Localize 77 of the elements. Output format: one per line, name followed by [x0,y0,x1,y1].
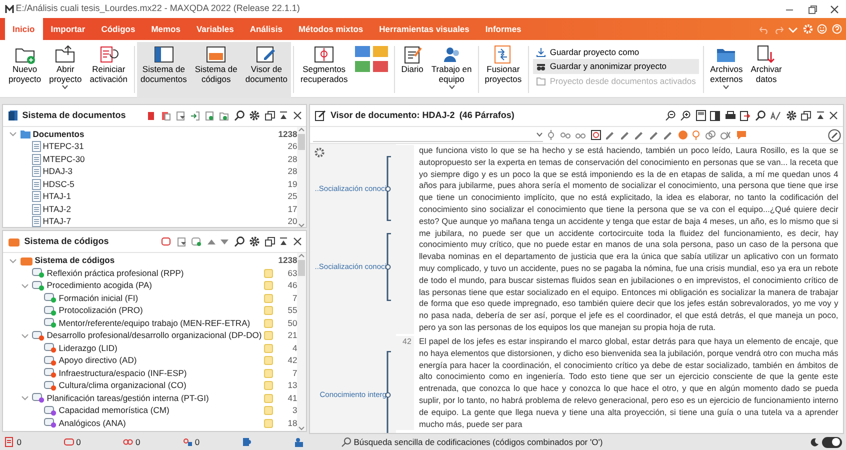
tree-item[interactable]: HDAJ-3 [42,166,73,178]
count: 46 [286,279,298,292]
count: 50 [286,316,298,330]
ribbon-button[interactable]: Diario [397,42,428,98]
tree-item[interactable]: Analógicos (ANA) [58,416,126,430]
tree-item[interactable]: HDSC-5 [42,178,74,190]
status-count: 0 [136,436,140,448]
tree-item[interactable]: MTEPC-30 [42,153,85,166]
count: 28 [286,166,298,178]
count: 18 [286,416,298,430]
menu-item[interactable]: Guardar y anonimizar proyecto [532,59,699,74]
ribbon-tab[interactable]: Variables [188,18,242,40]
count: 4 [291,342,298,354]
tree-item[interactable]: Mentor/referente/equipo trabajo (MEN-REF-ETRA) [58,316,250,330]
search-mode-label[interactable]: Búsqueda sencilla de codificaciones (códigos combinados por 'O') [354,436,603,448]
tree-item[interactable]: HTAJ-7 [42,216,71,227]
panel-title: Sistema de documentos [22,108,126,122]
count: 13 [286,379,298,392]
menu-item[interactable]: Guardar proyecto como [532,44,699,60]
count: 7 [291,292,298,304]
tree-item[interactable]: HTAJ-1 [42,190,71,203]
paragraph: El papel de los jefes es estar inspirando el marco global, estar detrás para que haya un elemento de encaje, que no haya elementos que distorsionen, y dicho eso bienvenida sea la jubilación, porque vendrá otro con mucha más energía para hacer la coordinación, el conocimiento crítico ya debe de estar socializado, también en ámbitos de alto conocimiento como en ingeniería. Todo esto tiene que ser un ejercicio consciente de que la gente este entrenada, que conozca lo que hace y conozca lo que hace el otro, y que en algún momento dado se pueda suplir, por lo tanto, no habrá problema de relevo generacional, pero eso es un ejercicio de funcionamiento interno de equipo. La gente que llega nueva y tiene una alta proyección, si tiene una guía o una tutela va a aprender mucho más, puede ser para [418,336,840,430]
tree-item[interactable]: Protocolización (PRO) [58,304,143,317]
count: 7 [291,366,298,380]
count: 20 [286,216,298,227]
ribbon-button[interactable]: Archivar datos [746,42,786,98]
ribbon-button[interactable]: Trabajo en equipo [427,42,476,98]
tree-item[interactable]: Planificación tareas/gestión interna (PT-GI) [46,392,209,404]
ribbon-tab[interactable]: Importar [42,18,94,40]
tree-item[interactable]: Liderazgo (LID) [58,342,118,354]
ribbon-button[interactable]: Segmentos recuperados [296,42,352,98]
ribbon-tab[interactable]: Memos [143,18,188,40]
status-count: 0 [16,436,22,448]
count: 1238 [277,128,298,140]
count: 41 [286,392,298,404]
tree-item[interactable]: Reflexión práctica profesional (RPP) [46,266,184,280]
tree-item[interactable]: Capacidad memorística (CM) [58,404,170,417]
ribbon-tab[interactable]: Inicio [4,18,43,40]
count: 21 [286,329,298,342]
ribbon-button[interactable]: Sistema de códigos [190,42,242,98]
panel-title: Sistema de códigos [24,235,109,248]
tree-item[interactable]: Formación inicial (FI) [58,292,138,304]
count: 3 [291,404,298,417]
tree-item[interactable]: Desarrollo profesional/desarrollo organizacional (DP-DO) [46,329,262,342]
tree-item[interactable]: Apoyo directivo (AD) [58,354,137,367]
count: 17 [286,203,298,216]
tree-item[interactable]: Cultura/clima organizacional (CO) [58,379,186,392]
ribbon-button[interactable]: Reiniciar activación [86,42,132,98]
tree-item[interactable]: HTAJ-2 [42,203,71,216]
panel-title: Visor de documento: HDAJ-2 [330,108,455,122]
count: 42 [286,354,298,367]
count: 25 [286,190,298,203]
count: 19 [286,178,298,190]
tree-item[interactable]: Infraestructura/espacio (INF-ESP) [58,366,187,380]
count: 28 [286,153,298,166]
status-count: 0 [76,436,81,448]
tree-item[interactable]: Documentos [32,128,84,140]
ribbon-button[interactable]: Nuevo proyecto [4,42,46,98]
tree-item[interactable]: HTEPC-31 [42,140,84,153]
ribbon-button[interactable]: Abrir proyecto [45,42,86,98]
ribbon-button[interactable]: Visor de documento [241,42,292,98]
count: 55 [286,304,298,317]
count: 63 [286,266,298,280]
paragraph-count: (46 Párrafos) [459,108,514,122]
tree-item[interactable]: Procedimiento acogida (PA) [46,279,152,292]
count: 26 [286,140,298,153]
ribbon-button[interactable]: Sistema de documentos [136,42,191,98]
paragraph-number: 42 [402,337,412,346]
tree-item[interactable]: Sistema de códigos [34,254,115,267]
ribbon-tab[interactable]: Análisis [242,18,290,40]
window-title: E:/Análisis cuali tesis_Lourdes.mx22 - MAXQDA 2022 (Release 22.1.1) [16,2,300,16]
count: 1238 [277,254,298,267]
ribbon-tab[interactable]: Códigos [93,18,144,40]
status-count: 0 [194,436,200,448]
ribbon-button[interactable]: Fusionar proyectos [480,42,526,98]
paragraph: que funciona visto lo que se ha hecho y se está haciendo, también un poco leído, Laura Rosillo, es la que se autopropuesto ser la experta en temas de conservación del conocimiento en personas que se van... la receta que yo siempre digo y es un poco la que se está imponiendo es la de en etapas de salida, a mí me quedan unos 4 años para jubilarme, pues ahora sería el momento de socializar el conocimiento, una persona que tiene que irse que tiene un conocimiento implícito, que no está explicitado, la idea es elaborar, no tanto la codificación del conocimiento sino socializar el conocimiento que tiene la persona que se va con el equipo...¿Qué quiere decir esto? Que aunque yo mañana tenga un accidente y tenga que estar de baja 4 meses, un año, es lo mismo que si me jubilara, no puede ser que un accidente cortocircuite toda la fluidez del funcionamiento, es decir, hay conocimiento muy crítico, que no puede estar en manos de una sola persona, paso un caso de la persona que llevaba nominas en el departamento de justicia que era la única que sabía utilizar un aplicativo con un formato muy complicado, y tuvo un accidente, pues no se pagaba la nómina, fue una crisis mundial, eso ya era un rebote de todo el mundo, para buscar sistemas fluidos sean en jubilaciones o en imprevistos, el conocimiento crítico de las personas tiene que estar socializado en el equipo. Entonces mi obligación es socializar la manera de trabajar de forma que eso quede impregnado, eso también quiere decir que los jefes están sobrevalorados, yo me voy y no pasa nada, debería de ser así, porque el jefe es el coordinador, el que está detrás, el que maneja un poco, pero ya son las personas de los equipos los que manejan su propia hoja de ruta. [418,145,840,334]
ribbon-button[interactable]: Archivos externos [706,42,747,98]
